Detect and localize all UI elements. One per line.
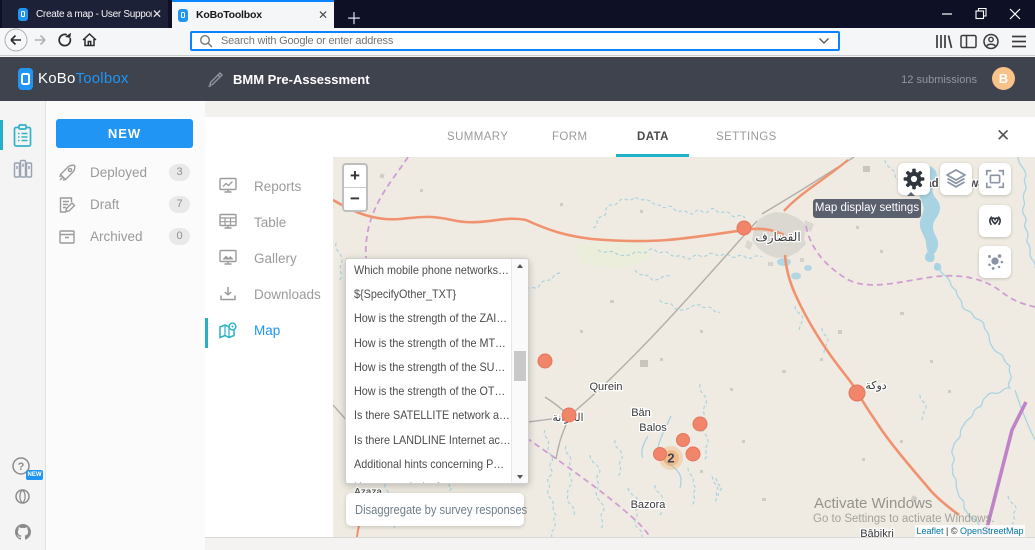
- svg-text:Bän: Bän: [631, 407, 651, 419]
- svg-text:Balos: Balos: [639, 422, 667, 434]
- svg-text:Bâbikri: Bâbikri: [860, 528, 894, 537]
- svg-text:2: 2: [667, 451, 674, 466]
- svg-text:?: ?: [18, 461, 25, 473]
- svg-text:دوكة: دوكة: [865, 380, 886, 392]
- svg-text:Qurein: Qurein: [589, 381, 622, 393]
- svg-text:Bazora: Bazora: [631, 499, 667, 511]
- svg-text:القضارف: القضارف: [755, 230, 800, 244]
